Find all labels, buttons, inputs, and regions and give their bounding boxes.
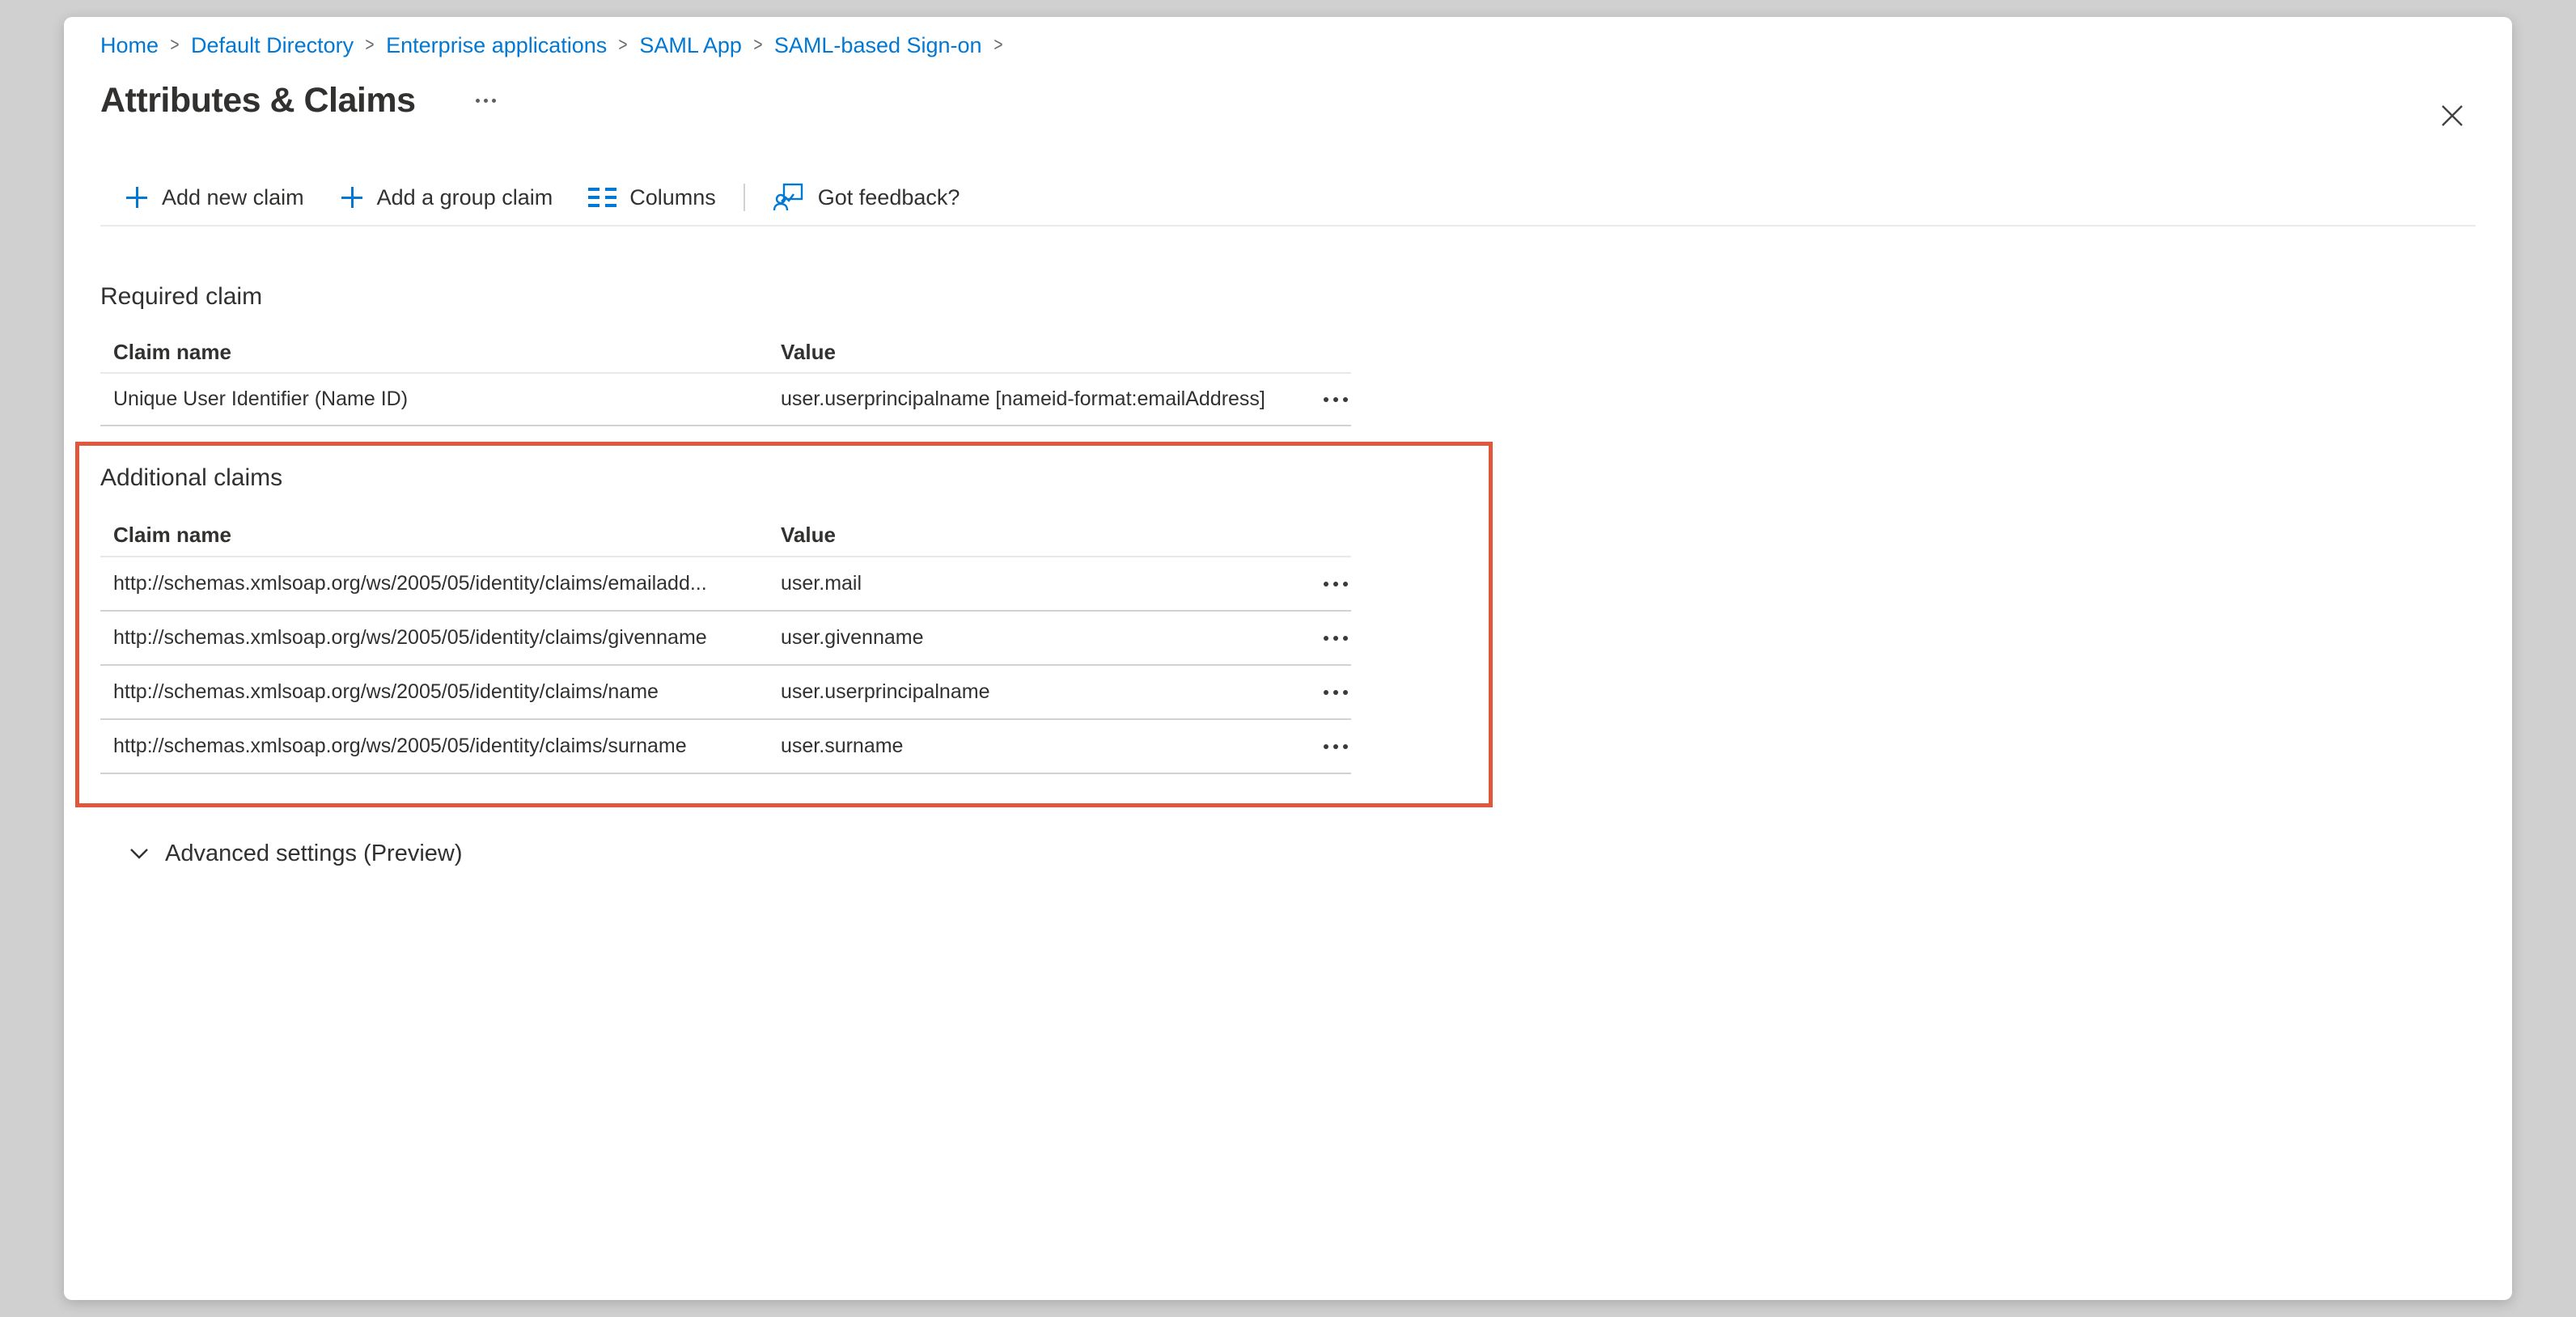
additional-claims-table: Claim name Value http://schemas.xmlsoap.…: [100, 514, 1351, 774]
claim-name-cell: Unique User Identifier (Name ID): [100, 387, 768, 411]
table-row: http://schemas.xmlsoap.org/ws/2005/05/id…: [100, 557, 1351, 612]
table-header-row: Claim name Value: [100, 332, 1351, 374]
column-header-claim-name: Claim name: [100, 523, 768, 548]
columns-button[interactable]: Columns: [588, 185, 716, 210]
got-feedback-button[interactable]: Got feedback?: [773, 181, 960, 214]
additional-claims-heading: Additional claims: [100, 463, 1351, 493]
title-more-options-button[interactable]: [471, 91, 501, 111]
claim-name-cell: http://schemas.xmlsoap.org/ws/2005/05/id…: [100, 680, 768, 704]
columns-icon: [588, 188, 616, 207]
column-header-value: Value: [768, 523, 1301, 548]
attributes-claims-panel: Home > Default Directory > Enterprise ap…: [64, 17, 2512, 1300]
breadcrumb-chevron-icon: >: [619, 34, 628, 57]
row-more-options-button[interactable]: [1320, 387, 1351, 412]
plus-icon: [125, 185, 149, 210]
claim-value-cell: user.givenname: [768, 626, 1301, 650]
breadcrumb-chevron-icon: >: [170, 34, 179, 57]
row-more-options-button[interactable]: [1320, 572, 1351, 596]
column-header-value: Value: [768, 340, 1301, 365]
breadcrumb-home[interactable]: Home: [100, 33, 159, 58]
claim-name-cell: http://schemas.xmlsoap.org/ws/2005/05/id…: [100, 626, 768, 650]
row-more-options-button[interactable]: [1320, 626, 1351, 650]
claim-name-cell: http://schemas.xmlsoap.org/ws/2005/05/id…: [100, 572, 768, 595]
required-claim-section: Required claim Claim name Value Unique U…: [100, 282, 1351, 426]
column-header-claim-name: Claim name: [100, 340, 768, 365]
table-header-row: Claim name Value: [100, 514, 1351, 557]
advanced-settings-toggle[interactable]: Advanced settings (Preview): [127, 837, 2476, 870]
required-claim-heading: Required claim: [100, 282, 1351, 312]
claim-value-cell: user.mail: [768, 572, 1301, 595]
table-row: http://schemas.xmlsoap.org/ws/2005/05/id…: [100, 720, 1351, 774]
command-bar: Add new claim Add a group claim Columns: [100, 180, 2476, 215]
breadcrumb-default-directory[interactable]: Default Directory: [191, 33, 354, 58]
add-new-claim-button[interactable]: Add new claim: [125, 185, 304, 210]
breadcrumb-saml-app[interactable]: SAML App: [639, 33, 742, 58]
add-group-claim-button[interactable]: Add a group claim: [340, 185, 553, 210]
additional-claims-section: Additional claims Claim name Value http:…: [100, 442, 1351, 807]
close-icon: [2440, 104, 2464, 128]
got-feedback-label: Got feedback?: [818, 185, 960, 210]
claim-value-cell: user.surname: [768, 735, 1301, 758]
table-row: http://schemas.xmlsoap.org/ws/2005/05/id…: [100, 666, 1351, 720]
breadcrumb-chevron-icon: >: [366, 34, 375, 57]
claim-value-cell: user.userprincipalname [nameid-format:em…: [768, 387, 1301, 411]
claim-name-cell: http://schemas.xmlsoap.org/ws/2005/05/id…: [100, 735, 768, 758]
feedback-icon: [773, 181, 805, 214]
plus-icon: [340, 185, 364, 210]
chevron-down-icon: [127, 841, 151, 866]
advanced-settings-label: Advanced settings (Preview): [165, 841, 463, 867]
row-more-options-button[interactable]: [1320, 680, 1351, 705]
add-group-claim-label: Add a group claim: [377, 185, 553, 210]
breadcrumb-chevron-icon: >: [994, 34, 1002, 57]
breadcrumb: Home > Default Directory > Enterprise ap…: [100, 33, 2476, 57]
table-row: http://schemas.xmlsoap.org/ws/2005/05/id…: [100, 612, 1351, 666]
columns-label: Columns: [629, 185, 716, 210]
breadcrumb-chevron-icon: >: [753, 34, 762, 57]
breadcrumb-enterprise-applications[interactable]: Enterprise applications: [386, 33, 607, 58]
add-new-claim-label: Add new claim: [162, 185, 304, 210]
required-claim-table: Claim name Value Unique User Identifier …: [100, 332, 1351, 426]
page-title: Attributes & Claims: [100, 81, 416, 121]
breadcrumb-saml-based-sign-on[interactable]: SAML-based Sign-on: [774, 33, 982, 58]
toolbar-rule: [100, 225, 2476, 227]
table-row: Unique User Identifier (Name ID) user.us…: [100, 374, 1351, 426]
row-more-options-button[interactable]: [1320, 735, 1351, 759]
close-button[interactable]: [2434, 98, 2470, 133]
claim-value-cell: user.userprincipalname: [768, 680, 1301, 704]
toolbar-divider: [744, 184, 745, 211]
